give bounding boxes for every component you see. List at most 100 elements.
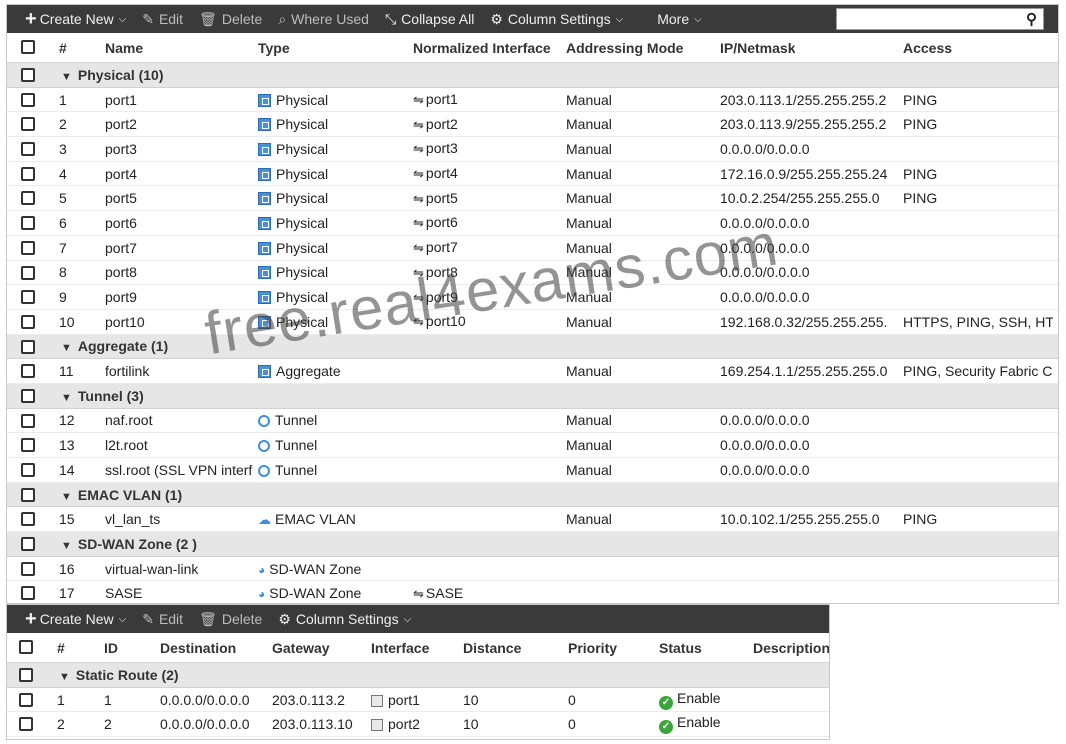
group-row[interactable]: ▼ Physical (10) xyxy=(7,63,1058,88)
interface-name[interactable]: port5 xyxy=(105,190,253,206)
table-row[interactable]: 6 port6 Physical ⇋ port6 Manual 0.0.0.0/0.0.0.… xyxy=(7,211,1058,236)
table-row[interactable]: 16 virtual-wan-link ◕ SD-WAN Zone xyxy=(7,557,1058,582)
interface-name[interactable]: fortilink xyxy=(105,363,253,379)
table-row[interactable]: 5 port5 Physical ⇋ port5 Manual 10.0.2.254/255… xyxy=(7,186,1058,212)
row-checkbox[interactable] xyxy=(19,668,33,682)
table-row[interactable]: 2 port2 Physical ⇋ port2 Manual 203.0.113.9/25… xyxy=(7,112,1058,138)
search-input[interactable]: ⚲ xyxy=(836,8,1044,30)
row-checkbox[interactable] xyxy=(21,117,35,132)
table-row[interactable]: 11 fortilink Aggregate Manual 169.254.1.1/25… xyxy=(7,359,1058,384)
table-row[interactable]: 10 port10 Physical ⇋ port10 Manual 192.168.0.3… xyxy=(7,310,1058,335)
create-new-button[interactable]: + Create New ⌵ xyxy=(25,9,126,29)
collapse-all-button[interactable]: ⤡ Collapse All xyxy=(385,11,474,28)
interface-name[interactable]: port8 xyxy=(105,264,253,280)
row-checkbox[interactable] xyxy=(21,240,35,255)
interface-name[interactable]: ssl.root (SSL VPN interf xyxy=(105,462,253,478)
row-checkbox[interactable] xyxy=(21,537,35,552)
column-settings-button[interactable]: ⚙ Column Settings ⌵ xyxy=(490,11,623,28)
row-checkbox[interactable] xyxy=(21,463,35,477)
more-button[interactable]: More ⌵ xyxy=(657,11,702,27)
interface-name[interactable]: port3 xyxy=(105,141,253,157)
group-row[interactable]: ▼ EMAC VLAN (1) xyxy=(7,482,1058,508)
col-type[interactable]: Type xyxy=(258,40,290,56)
create-new-button[interactable]: + Create New ⌵ xyxy=(25,609,126,629)
table-row[interactable]: 9 port9 Physical ⇋ port9 Manual 0.0.0.0/0.0.0.… xyxy=(7,285,1058,310)
interface-name[interactable]: naf.root xyxy=(105,412,253,428)
interface-name[interactable]: l2t.root xyxy=(105,437,253,453)
interface-name[interactable]: SASE xyxy=(105,585,253,601)
interface-name[interactable]: port10 xyxy=(105,314,253,330)
group-row[interactable]: ▼ SD-WAN Zone (2 ) xyxy=(7,532,1058,557)
col-normalized-interface[interactable]: Normalized Interface xyxy=(413,40,551,56)
group-row[interactable]: ▼ Aggregate (1) xyxy=(7,334,1058,360)
row-checkbox[interactable] xyxy=(21,290,35,305)
row-checkbox[interactable] xyxy=(21,512,35,527)
table-row[interactable]: 7 port7 Physical ⇋ port7 Manual 0.0.0.0/0.0.0.… xyxy=(7,236,1058,261)
interface-name[interactable]: vl_lan_ts xyxy=(105,511,253,527)
col-num[interactable]: # xyxy=(59,40,67,56)
col-name[interactable]: Name xyxy=(105,40,143,56)
interface-name[interactable]: port1 xyxy=(105,92,253,108)
row-checkbox[interactable] xyxy=(21,388,35,403)
col-description[interactable]: Description xyxy=(753,640,829,656)
col-access[interactable]: Access xyxy=(903,40,952,56)
row-checkbox[interactable] xyxy=(21,265,35,280)
table-row[interactable]: 12 naf.root Tunnel Manual 0.0.0.0/0.0.0.0 xyxy=(7,409,1058,434)
delete-button[interactable]: 🗑 Delete xyxy=(199,11,262,28)
where-used-button[interactable]: ⌕ Where Used xyxy=(278,11,369,28)
select-all-checkbox[interactable] xyxy=(21,40,35,54)
row-checkbox[interactable] xyxy=(21,364,35,379)
group-row[interactable]: ▼ Tunnel (3) xyxy=(7,383,1058,409)
col-destination[interactable]: Destination xyxy=(160,640,236,656)
table-row[interactable]: 14 ssl.root (SSL VPN interf Tunnel Manual 0.… xyxy=(7,458,1058,483)
edit-button[interactable]: ✎ Edit xyxy=(142,611,183,628)
table-row[interactable]: 13 l2t.root Tunnel Manual 0.0.0.0/0.0.0.0 xyxy=(7,433,1058,458)
col-interface[interactable]: Interface xyxy=(371,640,429,656)
col-status[interactable]: Status xyxy=(659,640,702,656)
row-checkbox[interactable] xyxy=(21,142,35,157)
row-checkbox[interactable] xyxy=(21,92,35,107)
row-checkbox[interactable] xyxy=(21,438,35,453)
interface-name[interactable]: port2 xyxy=(105,116,253,132)
row-checkbox[interactable] xyxy=(21,166,35,181)
interface-name[interactable]: port7 xyxy=(105,240,253,256)
table-row[interactable]: 15 vl_lan_ts ☁ EMAC VLAN Manual 10.0.102.1/25… xyxy=(7,507,1058,533)
row-checkbox[interactable] xyxy=(21,191,35,206)
row-checkbox[interactable] xyxy=(21,586,35,601)
delete-button[interactable]: 🗑 Delete xyxy=(199,611,262,628)
group-row[interactable]: ▼ Static Route (2) xyxy=(7,663,829,688)
row-checkbox[interactable] xyxy=(21,216,35,231)
distance: 10 xyxy=(463,716,479,733)
chevron-down-icon: ⌵ xyxy=(403,613,412,625)
row-checkbox[interactable] xyxy=(19,717,33,732)
table-row[interactable]: 3 port3 Physical ⇋ port3 Manual 0.0.0.0/0.0.0.… xyxy=(7,137,1058,162)
row-checkbox[interactable] xyxy=(21,314,35,329)
interface-name[interactable]: port4 xyxy=(105,166,253,182)
edit-button[interactable]: ✎ Edit xyxy=(142,11,183,28)
row-checkbox[interactable] xyxy=(21,413,35,428)
col-distance[interactable]: Distance xyxy=(463,640,521,656)
row-checkbox[interactable] xyxy=(21,68,35,82)
row-checkbox[interactable] xyxy=(21,561,35,576)
column-settings-button[interactable]: ⚙ Column Settings ⌵ xyxy=(278,611,411,628)
table-row[interactable]: 17 SASE ◕ SD-WAN Zone ⇋ SASE xyxy=(7,581,1058,603)
interface-name[interactable]: port6 xyxy=(105,215,253,231)
interface-name[interactable]: port9 xyxy=(105,289,253,305)
select-all-checkbox[interactable] xyxy=(19,640,33,654)
col-priority[interactable]: Priority xyxy=(568,640,617,656)
col-addressing-mode[interactable]: Addressing Mode xyxy=(566,40,683,56)
col-ip-netmask[interactable]: IP/Netmask xyxy=(720,40,795,56)
col-num[interactable]: # xyxy=(57,640,65,656)
table-row[interactable]: 1 port1 Physical ⇋ port1 Manual 203.0.113.1/25… xyxy=(7,88,1058,113)
row-num: 14 xyxy=(59,461,75,478)
table-row[interactable]: 8 port8 Physical ⇋ port8 Manual 0.0.0.0/0.0.0.… xyxy=(7,261,1058,286)
row-checkbox[interactable] xyxy=(19,692,33,707)
route-row[interactable]: 2 2 0.0.0.0/0.0.0.0 203.0.113.10 port2 10 0 ✓ En… xyxy=(7,712,829,738)
interface-name[interactable]: virtual-wan-link xyxy=(105,561,253,577)
route-row[interactable]: 1 1 0.0.0.0/0.0.0.0 203.0.113.2 port1 10 0 ✓ Ena… xyxy=(7,688,829,713)
row-checkbox[interactable] xyxy=(21,339,35,354)
col-id[interactable]: ID xyxy=(104,640,118,656)
col-gateway[interactable]: Gateway xyxy=(272,640,330,656)
table-row[interactable]: 4 port4 Physical ⇋ port4 Manual 172.16.0.9/255… xyxy=(7,162,1058,187)
row-checkbox[interactable] xyxy=(21,487,35,502)
